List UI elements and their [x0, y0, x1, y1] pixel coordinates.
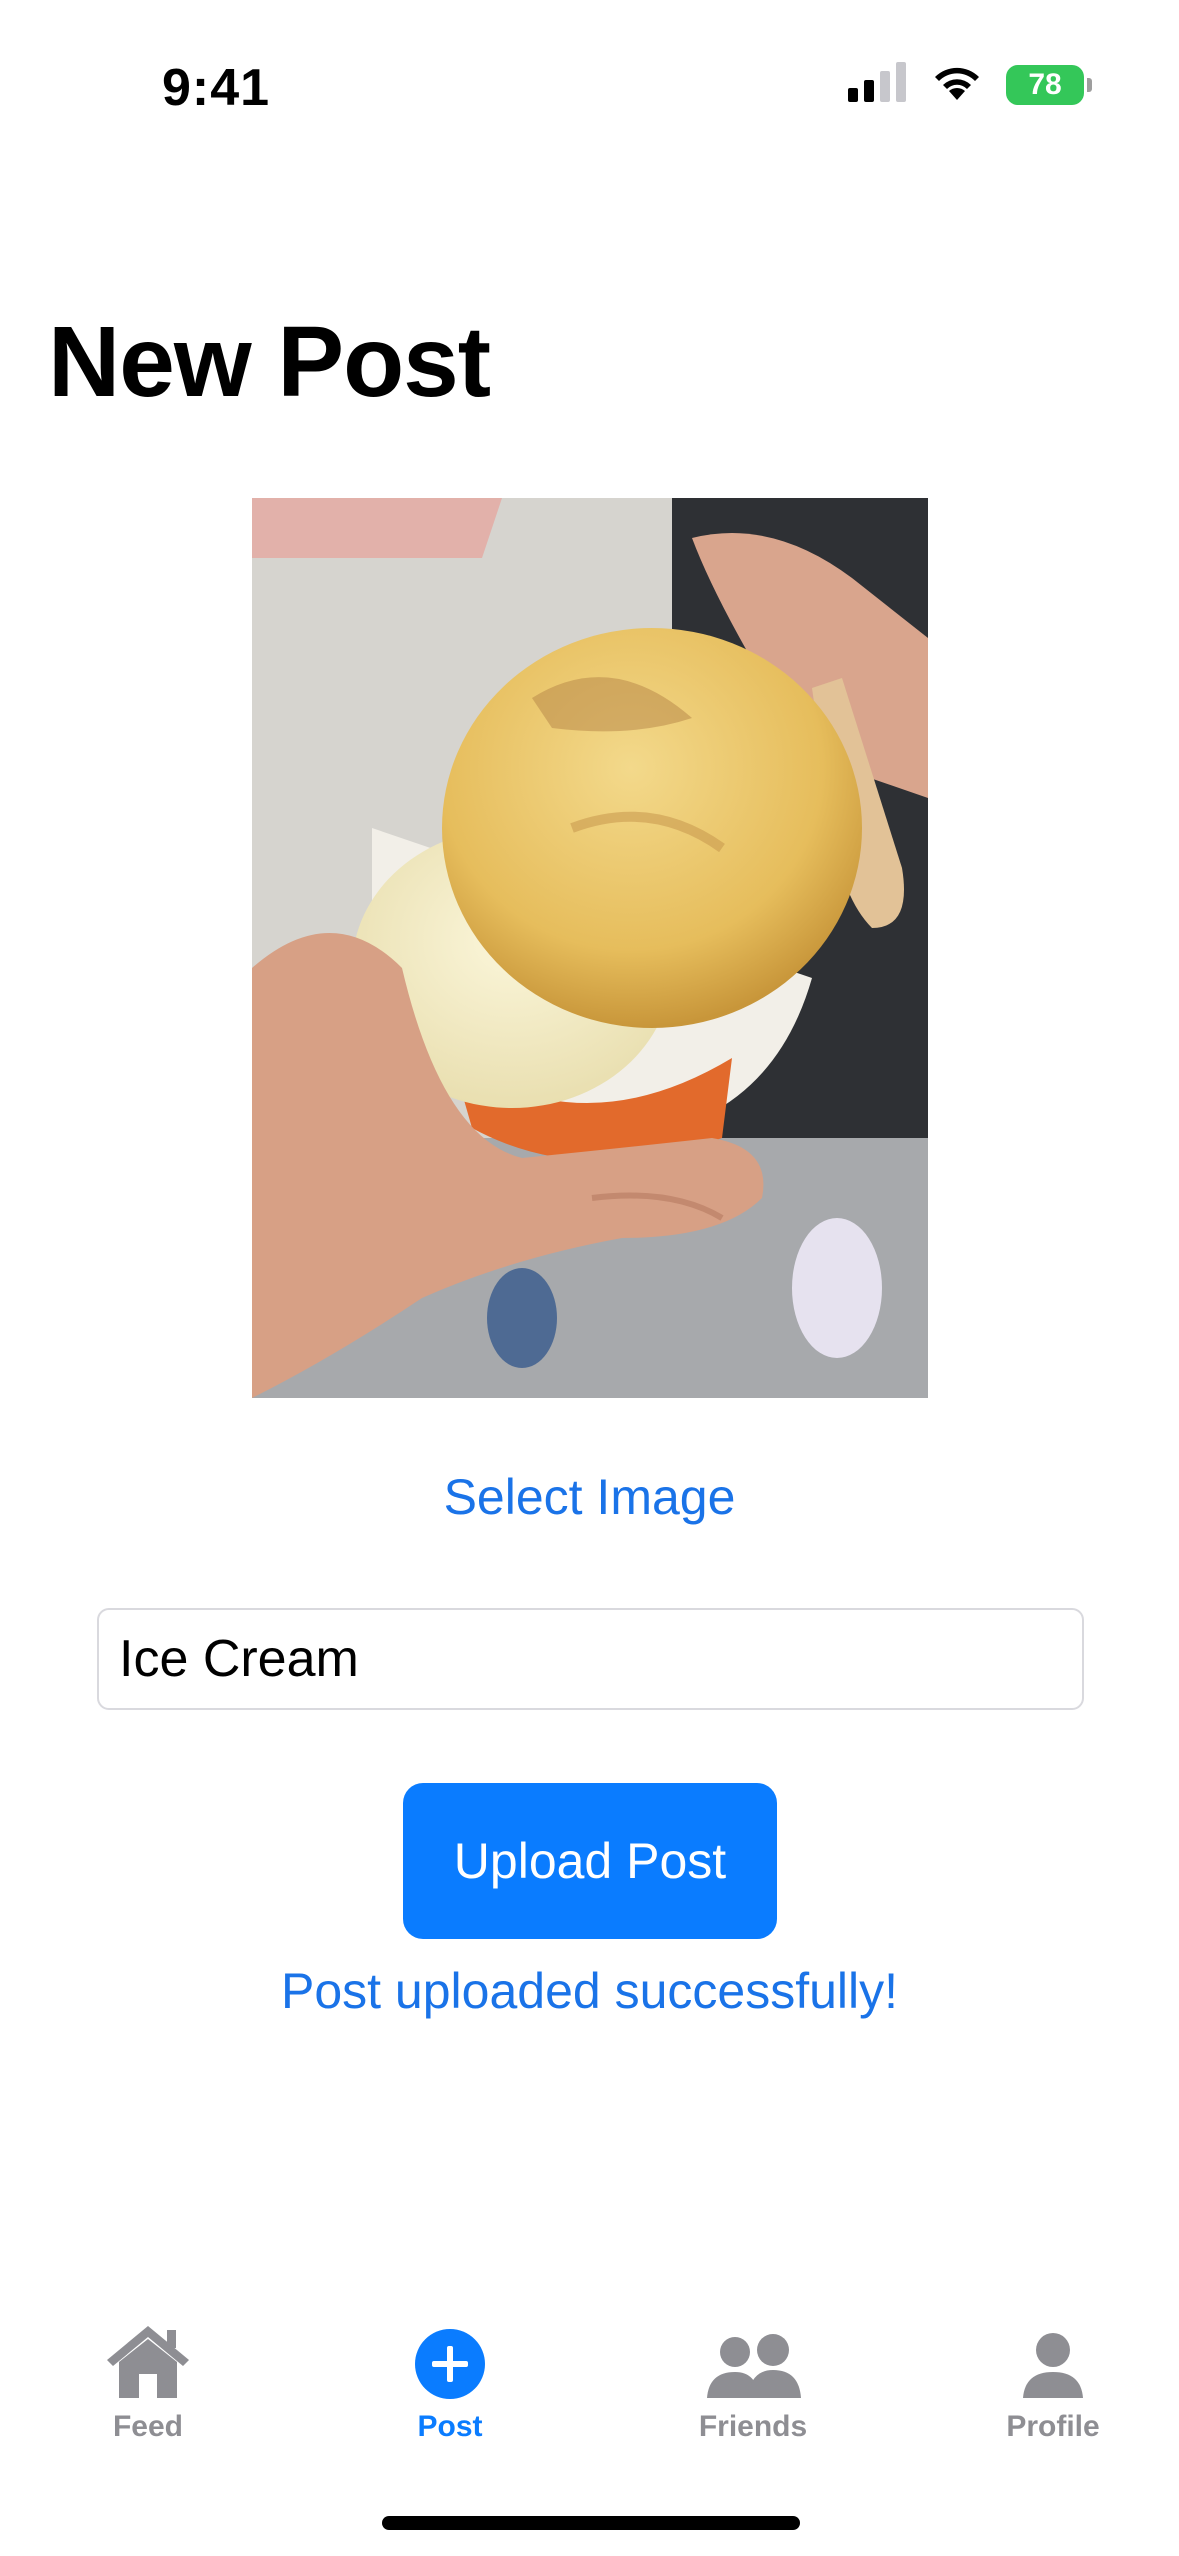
select-image-link[interactable]: Select Image [0, 1468, 1179, 1526]
status-icons: 78 [848, 62, 1092, 107]
status-time: 9:41 [162, 59, 271, 117]
wifi-icon [930, 62, 984, 107]
tab-friends-label: Friends [698, 2410, 808, 2443]
tab-bar: Feed Post Friends Profile [0, 2320, 1179, 2470]
tab-post-label: Post [417, 2410, 483, 2443]
tab-feed[interactable]: Feed [48, 2320, 248, 2444]
home-indicator[interactable] [382, 2516, 800, 2530]
tab-friends[interactable]: Friends [653, 2320, 853, 2444]
selected-photo [252, 498, 928, 1398]
people-icon [705, 2320, 801, 2400]
page-title: New Post [48, 306, 491, 418]
upload-status-message: Post uploaded successfully! [280, 1963, 899, 2019]
plus-circle-icon [414, 2320, 486, 2400]
upload-post-button[interactable]: Upload Post [403, 1783, 777, 1939]
battery-charging-icon: 78 [1006, 64, 1092, 105]
tab-profile[interactable]: Profile [953, 2320, 1153, 2444]
tab-profile-label: Profile [1006, 2410, 1100, 2443]
tab-post[interactable]: Post [350, 2320, 550, 2444]
house-icon [105, 2320, 191, 2400]
tab-feed-label: Feed [112, 2410, 184, 2443]
caption-input[interactable] [97, 1608, 1084, 1710]
battery-level: 78 [1028, 67, 1062, 101]
cellular-signal-icon [848, 62, 908, 107]
new-post-screen: 9:41 78 New Post Select Image Ice Cream … [0, 0, 1179, 2556]
person-icon [1021, 2320, 1085, 2400]
